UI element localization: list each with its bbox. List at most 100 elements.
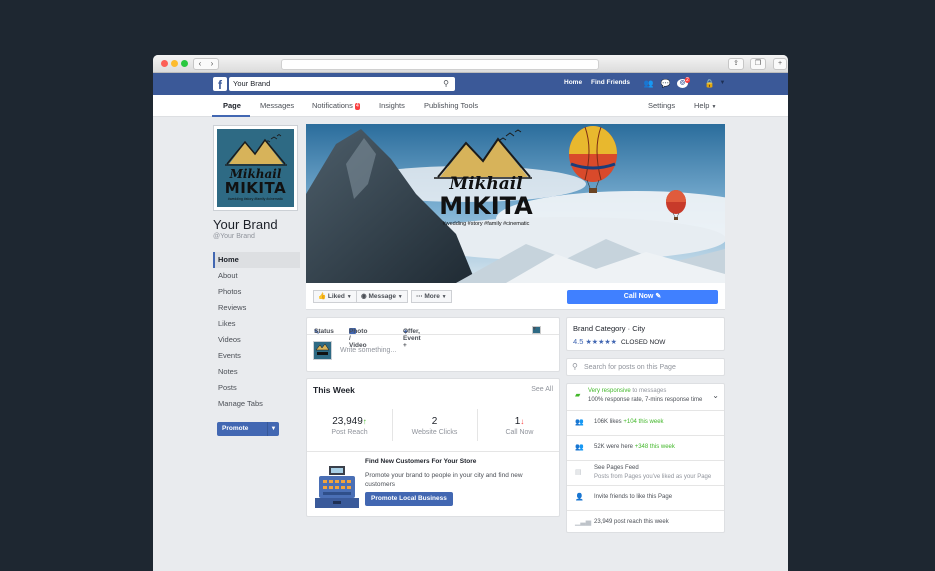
promo-title: Find New Customers For Your Store (365, 458, 477, 465)
invite-friends-text[interactable]: Invite friends to like this Page (594, 494, 672, 500)
forward-button[interactable]: › (206, 59, 218, 69)
promote-chevron-down-icon[interactable]: ▼ (267, 422, 279, 436)
cover-logo-line2: MIKITA (439, 192, 533, 220)
bar-chart-icon: ▁▃▅ (575, 519, 592, 526)
likes-row[interactable]: 👥 106K likes +104 this week (567, 410, 724, 435)
zoom-window-button[interactable] (181, 60, 188, 67)
responsiveness-label: Very responsive (588, 388, 631, 394)
search-posts-box[interactable]: ⚲ Search for posts on this Page (566, 358, 725, 376)
search-posts-input[interactable]: Search for posts on this Page (584, 364, 676, 371)
promote-local-business-button[interactable]: Promote Local Business (365, 492, 453, 506)
browser-window: ‹ › ⇪ ❐ + f Your Brand ⚲ Home Find Frien… (153, 55, 788, 571)
promote-button[interactable]: Promote ▼ (217, 422, 279, 436)
post-reach-text: 23,949 post reach this week (594, 519, 669, 525)
stat-call-now[interactable]: 1↓ Call Now (477, 416, 562, 436)
city[interactable]: City (632, 324, 645, 333)
left-nav-item-about[interactable]: About (213, 268, 300, 284)
message-bubble-icon: ▰ (575, 392, 581, 399)
call-now-button[interactable]: Call Now ✎ (567, 290, 718, 304)
brand-category[interactable]: Brand Category (573, 324, 626, 333)
tab-page[interactable]: Page (223, 101, 241, 110)
left-nav-item-posts[interactable]: Posts (213, 380, 300, 396)
left-nav-item-likes[interactable]: Likes (213, 316, 300, 332)
post-reach-row[interactable]: ▁▃▅ 23,949 post reach this week (567, 510, 724, 534)
left-nav-item-videos[interactable]: Videos (213, 332, 300, 348)
cover-photo[interactable]: Mikhail MIKITA #wedding #story #family #… (306, 124, 725, 283)
left-nav-item-reviews[interactable]: Reviews (213, 300, 300, 316)
left-nav-item-photos[interactable]: Photos (213, 284, 300, 300)
stat-post-reach[interactable]: 23,949↑ Post Reach (307, 416, 392, 436)
write-something-input[interactable]: Write something... (340, 347, 396, 354)
section-divider (307, 451, 559, 452)
left-nav-item-manage-tabs[interactable]: Manage Tabs (213, 396, 300, 412)
tab-notifications[interactable]: Notifications 4 (312, 101, 360, 110)
composer-tab-offer-event-label: Offer, Event + (403, 328, 421, 349)
checkins-line: 52K were here +348 this week (594, 444, 675, 450)
facebook-logo-icon[interactable]: f (213, 77, 227, 92)
checkins-delta: +348 this week (634, 444, 675, 450)
call-now-label: Call Now (623, 293, 654, 300)
thumbs-up-icon: 👍 (318, 293, 327, 300)
minimize-window-button[interactable] (171, 60, 178, 67)
close-window-button[interactable] (161, 60, 168, 67)
composer-tab-photo-video-label: Photo / Video (349, 328, 368, 349)
add-person-icon: 👤 (575, 494, 584, 501)
search-input[interactable]: Your Brand ⚲ (229, 77, 455, 91)
tab-publishing-tools[interactable]: Publishing Tools (424, 101, 478, 110)
tab-settings[interactable]: Settings (648, 101, 675, 110)
this-week-title: This Week (313, 385, 355, 395)
likes-delta: +104 this week (623, 419, 664, 425)
feed-icon: ▤ (575, 469, 582, 476)
liked-button[interactable]: 👍 Liked ▼ (313, 290, 357, 303)
likes-line: 106K likes +104 this week (594, 419, 664, 425)
profile-logo-tags: #wedding #story #family #cinematic (227, 197, 284, 201)
about-card: Brand Category · City 4.5 ★★★★★ CLOSED N… (566, 317, 725, 351)
profile-logo: Mikhail MIKITA #wedding #story #family #… (217, 129, 294, 207)
message-button-label: Message (368, 293, 396, 300)
address-bar[interactable] (281, 59, 599, 70)
new-tab-button[interactable]: + (773, 58, 787, 70)
more-button[interactable]: ⋯ More ▼ (411, 290, 452, 303)
back-button[interactable]: ‹ (194, 59, 206, 69)
messages-icon[interactable]: 💬 (660, 79, 671, 88)
chevron-down-icon[interactable]: ⌄ (712, 391, 719, 400)
search-icon[interactable]: ⚲ (443, 77, 449, 91)
checkins-row[interactable]: 👥 52K were here +348 this week (567, 435, 724, 460)
help-chevron-down-icon: ▼ (711, 104, 717, 110)
rating-line[interactable]: 4.5 ★★★★★ CLOSED NOW (573, 337, 665, 346)
page-handle[interactable]: @Your Brand (213, 233, 255, 240)
message-button[interactable]: ◉ Message ▼ (356, 290, 408, 303)
more-button-label: More (424, 293, 440, 300)
find-friends-link[interactable]: Find Friends (591, 79, 630, 86)
tab-messages[interactable]: Messages (260, 101, 294, 110)
pencil-icon: ✎ (655, 293, 662, 300)
privacy-shortcuts-icon[interactable]: 🔒 (704, 79, 715, 88)
pages-feed-row[interactable]: ▤ See Pages Feed Posts from Pages you've… (567, 460, 724, 485)
account-menu-chevron-down-icon[interactable]: ▼ (717, 79, 728, 88)
left-nav-item-home[interactable]: Home (213, 252, 300, 268)
tabs-icon[interactable]: ❐ (750, 58, 766, 70)
home-link[interactable]: Home (564, 79, 582, 86)
tab-insights[interactable]: Insights (379, 101, 405, 110)
profile-logo-line2: MIKITA (224, 179, 287, 197)
responsiveness-row[interactable]: ▰ Very responsive to messages 100% respo… (567, 384, 724, 410)
stat-website-clicks[interactable]: 2 Website Clicks (392, 416, 477, 436)
tab-help[interactable]: Help ▼ (694, 101, 716, 110)
left-nav-item-events[interactable]: Events (213, 348, 300, 364)
invite-friends-row[interactable]: 👤 Invite friends to like this Page (567, 485, 724, 510)
search-icon: ⚲ (572, 362, 578, 371)
see-all-link[interactable]: See All (531, 386, 553, 393)
left-nav: Home About Photos Reviews Likes Videos E… (213, 252, 300, 412)
pages-feed-title[interactable]: See Pages Feed (594, 465, 639, 471)
profile-picture[interactable]: Mikhail MIKITA #wedding #story #family #… (213, 125, 298, 211)
category-line[interactable]: Brand Category · City (573, 324, 645, 333)
more-dots-icon: ⋯ (416, 293, 423, 300)
left-nav-item-notes[interactable]: Notes (213, 364, 300, 380)
friend-requests-icon[interactable]: 👥 (643, 79, 654, 88)
response-rate: 100% response rate, 7-mins response time (588, 397, 703, 403)
nav-arrows: ‹ › (193, 58, 219, 70)
share-icon[interactable]: ⇪ (728, 58, 744, 70)
cover-logo-line1: Mikhail (449, 174, 523, 194)
tab-notifications-label: Notifications (312, 101, 353, 110)
responsiveness-line: Very responsive to messages (588, 388, 666, 394)
